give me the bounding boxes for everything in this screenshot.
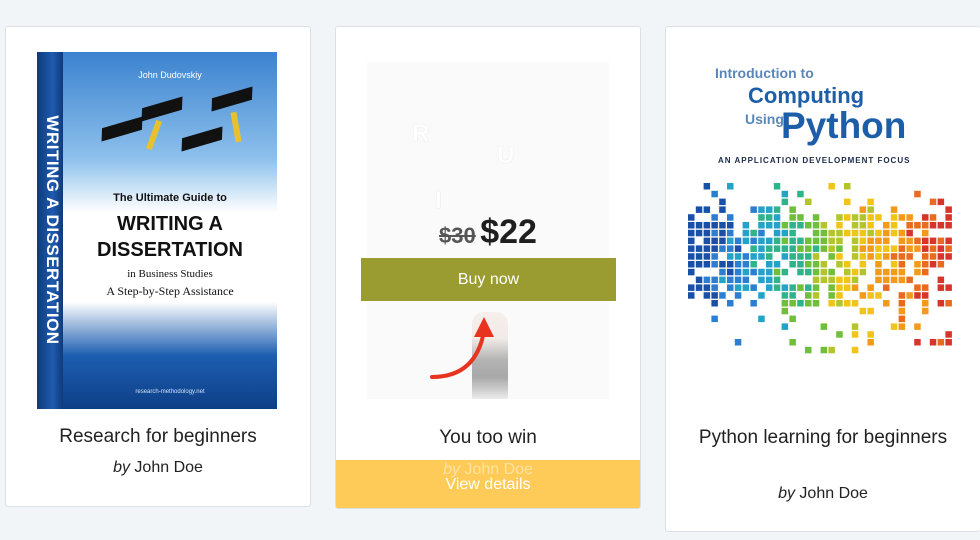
cover-line2: WRITING A (117, 213, 223, 235)
cover-line3: Using (745, 111, 784, 127)
graduation-cap-icon (181, 126, 223, 152)
tassel-icon (146, 119, 162, 151)
book-cover-image: Introduction to Computing Using Python A… (688, 63, 954, 383)
cover-author: John Dudovskiy (138, 70, 202, 80)
cover-line4: in Business Studies (127, 268, 213, 280)
book-front: John Dudovskiy The Ultimate Guide to WRI… (63, 52, 277, 409)
cover-line4: Python (781, 105, 907, 146)
by-label: by (113, 459, 130, 476)
author-name: John Doe (799, 485, 868, 502)
cover-letter: R (412, 120, 430, 147)
book-title[interactable]: You too win (336, 426, 640, 450)
book-cover-image: WRITING A DISSERTATION John Dudovskiy Th… (31, 52, 281, 409)
cover-letter: U (497, 142, 515, 169)
graduation-cap-icon (141, 96, 183, 122)
book-author: by John Doe (666, 485, 980, 503)
new-price: $22 (480, 213, 537, 251)
buy-now-button[interactable]: Buy now (361, 258, 616, 301)
author-name: John Doe (464, 461, 533, 478)
cover-subtitle: AN APPLICATION DEVELOPMENT FOCUS (718, 156, 911, 165)
old-price: $30 (439, 223, 476, 248)
tassel-icon (230, 111, 242, 143)
graduation-cap-icon (211, 86, 253, 112)
author-name: John Doe (134, 459, 203, 476)
pixel-art (688, 183, 952, 354)
cover-line5: A Step-by-Step Assistance (106, 284, 234, 298)
book-spine: WRITING A DISSERTATION (37, 52, 63, 409)
book-author: by John Doe (336, 461, 640, 479)
graduation-cap-icon (101, 116, 143, 142)
by-label: by (443, 461, 460, 478)
cover-line1: The Ultimate Guide to (113, 192, 227, 204)
book-title[interactable]: Python learning for beginners (666, 426, 980, 450)
book-card-python[interactable]: Introduction to Computing Using Python A… (665, 26, 980, 532)
cover-line3: DISSERTATION (97, 239, 243, 261)
book-author: by John Doe (6, 459, 310, 477)
price: $30 $22 (336, 213, 640, 252)
book-card-research[interactable]: WRITING A DISSERTATION John Dudovskiy Th… (5, 26, 311, 507)
book-spine-text: WRITING A DISSERTATION (43, 115, 62, 345)
book-title[interactable]: Research for beginners (6, 425, 310, 449)
cover-footer: research-methodology.net (135, 389, 205, 395)
red-arrow-icon (430, 317, 494, 379)
cover-line1: Introduction to (715, 65, 814, 81)
book-card-you-too-win[interactable]: R U I $30 $22 Buy now You too win View d… (335, 26, 641, 509)
cover-letter: I (435, 187, 442, 214)
by-label: by (778, 485, 795, 502)
